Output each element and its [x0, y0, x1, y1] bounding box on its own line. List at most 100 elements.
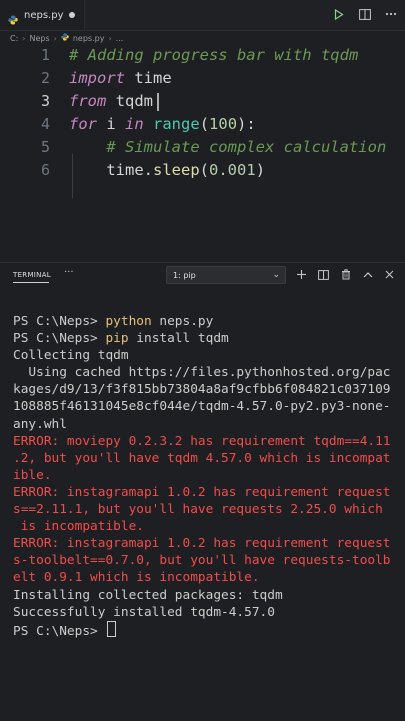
terminal-text: neps.py [151, 314, 214, 329]
breadcrumb-tail[interactable]: ... [116, 34, 124, 43]
code-text: for i in range(100): [69, 113, 256, 135]
code-token: ( [199, 115, 210, 133]
terminal-text: ible. [13, 467, 52, 483]
terminal-line: s==2.11.1, but you'll have requests 2.25… [13, 501, 398, 518]
split-editor-icon[interactable] [357, 6, 373, 22]
code-text: # Adding progress bar with tqdm [69, 44, 358, 66]
breadcrumb: C: › Neps › neps.py › ... [10, 31, 123, 45]
chevron-right-icon: › [53, 33, 57, 43]
terminal-text: Successfully installed tqdm-4.57.0 [13, 604, 275, 620]
terminal-text: any.whl [13, 416, 67, 432]
terminal-text: .2, but you'll have tqdm 4.57.0 which is… [13, 450, 391, 466]
code-text: from tqdm [69, 90, 159, 112]
terminal-line: ible. [13, 467, 398, 484]
python-icon [61, 33, 69, 43]
split-terminal-icon[interactable] [316, 267, 331, 282]
terminal-text: ERROR: instagramapi 1.0.2 has requiremen… [13, 484, 391, 500]
terminal-line: Collecting tqdm [13, 347, 398, 364]
terminal-text: s-toolbelt==0.7.0, but you'll have reque… [13, 553, 391, 569]
code-token: 0.001 [209, 161, 256, 179]
code-line[interactable]: 3 from tqdm [0, 90, 405, 112]
code-line[interactable]: 1 # Adding progress bar with tqdm [0, 44, 405, 66]
editor-tab-bar: neps.py [0, 0, 405, 31]
terminal-line: Successfully installed tqdm-4.57.0 [13, 604, 398, 621]
terminal-line: Installing collected packages: tqdm [13, 587, 398, 604]
terminal-text: 108885f46131045e8cf044e/tqdm-4.57.0-py2.… [13, 399, 391, 415]
tab-label: neps.py [24, 9, 64, 21]
terminal-text: ERROR: moviepy 0.2.3.2 has requirement t… [13, 433, 391, 449]
code-token: time [125, 69, 172, 87]
breadcrumb-folder[interactable]: Neps [29, 34, 49, 43]
code-token: import [69, 69, 125, 87]
terminal-panel: TERMINAL ··· 1: pip ⌄ PS C:\Neps> python… [0, 262, 405, 721]
terminal-text: python [105, 314, 152, 329]
code-token: in [125, 115, 144, 133]
code-token: time. [69, 161, 153, 179]
code-token: from [69, 92, 107, 110]
terminal-text: PS C:\Neps> [13, 623, 106, 639]
trash-icon[interactable] [338, 267, 353, 282]
code-token: tqdm [106, 92, 153, 110]
terminal-line: PS C:\Neps> pip install tqdm [13, 330, 398, 347]
line-number: 1 [40, 46, 50, 64]
chevron-down-icon: ⌄ [272, 270, 280, 280]
terminal-line: is incompatible. [13, 518, 398, 535]
terminal-text: kages/d9/13/f3f815bb73804a8af9cfbb6f0848… [13, 382, 391, 398]
terminal-output[interactable]: PS C:\Neps> python neps.py PS C:\Neps> pi… [13, 313, 398, 639]
terminal-line: PS C:\Neps> [13, 620, 398, 639]
unsaved-dot-icon[interactable] [69, 12, 75, 18]
line-number: 2 [40, 69, 50, 87]
line-number: 5 [40, 138, 50, 156]
terminal-text: is incompatible. [13, 519, 144, 535]
terminal-text: install tqdm [128, 331, 229, 347]
code-token: # Adding progress bar with tqdm [69, 46, 359, 64]
line-number: 3 [40, 92, 50, 110]
terminal-line: Using cached https://files.pythonhosted.… [13, 364, 398, 381]
editor-tab-neps-py[interactable]: neps.py [0, 0, 85, 30]
terminal-select[interactable]: 1: pip ⌄ [166, 266, 286, 284]
terminal-line: PS C:\Neps> python neps.py [13, 313, 398, 330]
code-line[interactable]: 2 import time [0, 67, 405, 89]
terminal-line: any.whl [13, 416, 398, 433]
terminal-text: Collecting tqdm [13, 348, 129, 364]
terminal-text: ERROR: instagramapi 1.0.2 has requiremen… [13, 536, 391, 552]
code-line[interactable]: 6 time.sleep(0.001) [0, 159, 405, 181]
code-token: sleep [153, 161, 200, 179]
maximize-panel-icon[interactable] [360, 267, 375, 282]
code-text: # Simulate complex calculation [69, 136, 386, 158]
terminal-text: s==2.11.1, but you'll have requests 2.25… [13, 502, 383, 518]
terminal-text: PS C:\Neps> [13, 314, 106, 329]
add-terminal-icon[interactable] [294, 267, 309, 282]
terminal-select-value: 1: pip [173, 270, 196, 280]
code-line[interactable]: 5 # Simulate complex calculation [0, 136, 405, 158]
code-token: ) [255, 161, 266, 179]
breadcrumb-file[interactable]: neps.py [73, 34, 105, 43]
code-token: ( [199, 161, 210, 179]
run-icon[interactable] [331, 6, 347, 22]
terminal-line: s-toolbelt==0.7.0, but you'll have reque… [13, 552, 398, 569]
breadcrumb-drive[interactable]: C: [10, 34, 18, 43]
code-line[interactable]: 4 for i in range(100): [0, 113, 405, 135]
terminal-line: kages/d9/13/f3f815bb73804a8af9cfbb6f0848… [13, 381, 398, 398]
chevron-right-icon: › [108, 33, 112, 43]
code-token: 100 [209, 115, 238, 133]
line-number: 4 [40, 115, 50, 133]
code-token: ): [237, 115, 256, 133]
code-token: for [69, 115, 97, 133]
terminal-text: pip [105, 331, 129, 347]
code-token: # Simulate complex calculation [69, 138, 387, 156]
close-icon[interactable] [382, 267, 397, 282]
code-text: import time [69, 67, 172, 89]
terminal-line: elt 0.9.1 which is incompatible. [13, 569, 398, 586]
chevron-right-icon: › [22, 33, 26, 43]
terminal-line: ERROR: instagramapi 1.0.2 has requiremen… [13, 535, 398, 552]
panel-header: TERMINAL ··· 1: pip ⌄ [0, 263, 405, 287]
tab-terminal[interactable]: TERMINAL [13, 271, 51, 283]
panel-more-icon[interactable]: ··· [64, 267, 74, 278]
code-token: i [97, 115, 125, 133]
code-token: range [153, 115, 200, 133]
terminal-line: ERROR: instagramapi 1.0.2 has requiremen… [13, 484, 398, 501]
more-icon[interactable] [383, 6, 399, 22]
code-editor[interactable]: 1 # Adding progress bar with tqdm 2 import … [0, 44, 405, 259]
